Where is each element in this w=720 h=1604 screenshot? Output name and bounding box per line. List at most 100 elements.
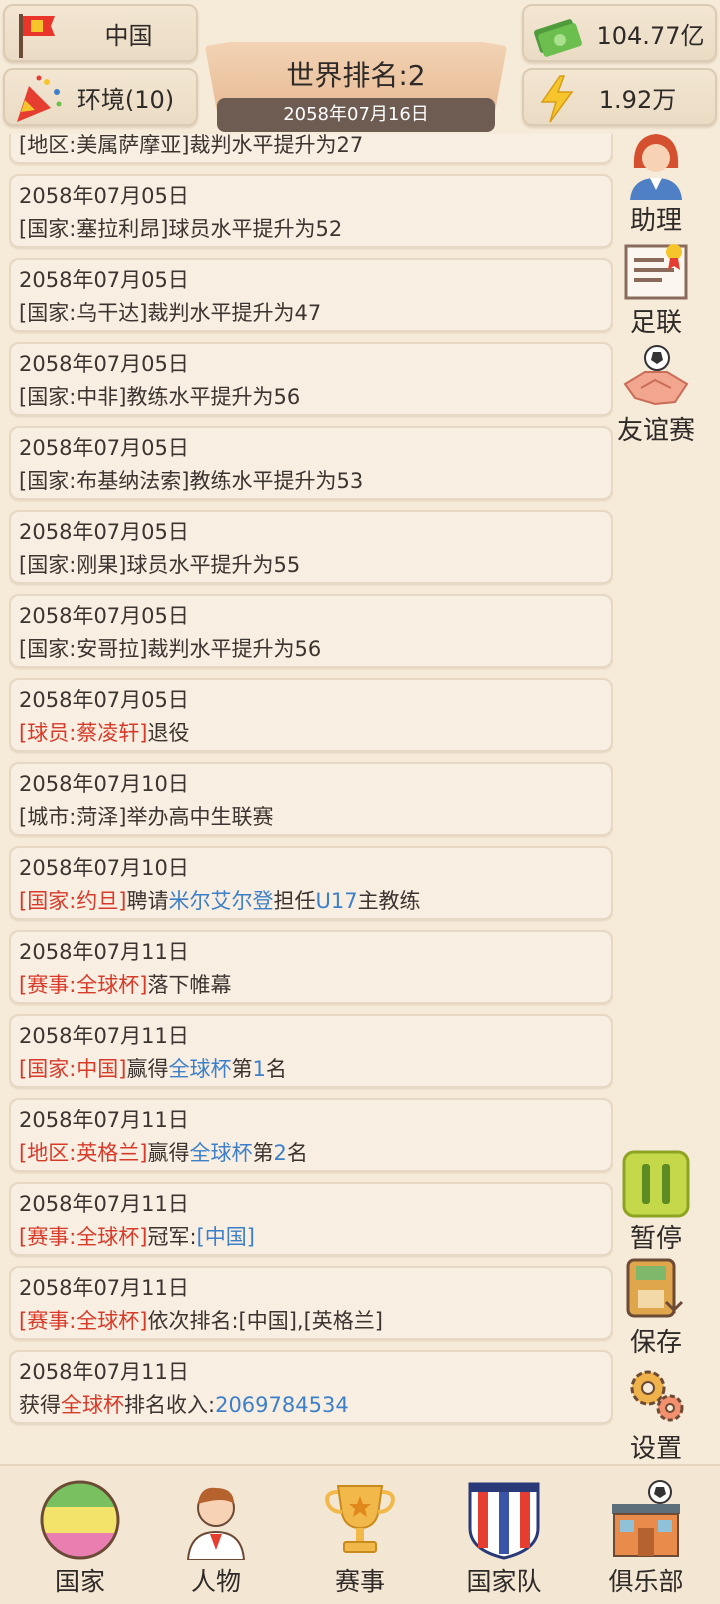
assistant-icon bbox=[630, 134, 682, 200]
news-text: [国家:约旦]聘请米尔艾尔登担任U17主教练 bbox=[19, 885, 603, 918]
settings-label: 设置 bbox=[629, 1434, 682, 1464]
news-text: [赛事:全球杯]依次排名:[中国],[英格兰] bbox=[19, 1305, 603, 1338]
news-item: 2058年07月10日 [国家:约旦]聘请米尔艾尔登担任U17主教练 bbox=[9, 846, 613, 920]
news-highlight[interactable]: 2 bbox=[273, 1141, 286, 1165]
save-icon bbox=[626, 1258, 684, 1318]
news-highlight[interactable]: 全球杯 bbox=[189, 1141, 252, 1165]
news-date: 2058年07月05日 bbox=[19, 184, 189, 208]
news-date: 2058年07月10日 bbox=[19, 772, 189, 796]
nav-events-label: 赛事 bbox=[334, 1567, 385, 1596]
news-segment: 退役 bbox=[147, 721, 190, 745]
certificate-icon bbox=[624, 244, 688, 300]
news-item: 2058年07月11日 [赛事:全球杯]落下帷幕 bbox=[9, 930, 613, 1004]
news-text: [国家:塞拉利昂]球员水平提升为52 bbox=[19, 213, 603, 246]
person-icon bbox=[186, 1487, 246, 1560]
news-segment: [国家:安哥拉]裁判水平提升为56 bbox=[19, 637, 322, 661]
money-icon bbox=[534, 19, 582, 57]
lightning-icon bbox=[540, 75, 574, 123]
club-building-icon bbox=[612, 1480, 680, 1557]
league-button[interactable]: 足联 bbox=[610, 240, 702, 339]
news-item: 2058年07月10日 [城市:菏泽]举办高中生联赛 bbox=[9, 762, 613, 836]
news-segment: 第 bbox=[252, 1141, 274, 1165]
news-segment: 第 bbox=[231, 1057, 253, 1081]
news-tag[interactable]: [赛事:全球杯] bbox=[19, 973, 147, 997]
news-tag[interactable]: [球员:蔡凌轩] bbox=[19, 721, 147, 745]
world-rank-banner: 世界排名:2 2058年07月16日 bbox=[205, 42, 507, 134]
current-date: 2058年07月16日 bbox=[217, 98, 495, 132]
news-segment: 聘请 bbox=[126, 889, 169, 913]
news-highlight[interactable]: 1 bbox=[252, 1057, 265, 1081]
news-date: 2058年07月11日 bbox=[19, 1276, 189, 1300]
news-tag[interactable]: [地区:英格兰] bbox=[19, 1141, 147, 1165]
nav-country-label: 国家 bbox=[54, 1567, 105, 1596]
money-value: 104.77亿 bbox=[596, 21, 705, 50]
news-tag[interactable]: [国家:中国] bbox=[19, 1057, 126, 1081]
nav-people[interactable]: 人物 bbox=[144, 1466, 288, 1604]
news-highlight[interactable]: 米尔艾尔登 bbox=[168, 889, 273, 913]
energy-button[interactable]: 1.92万 bbox=[522, 68, 717, 126]
nav-events[interactable]: 赛事 bbox=[288, 1466, 432, 1604]
news-date: 2058年07月11日 bbox=[19, 1192, 189, 1216]
news-text: [国家:刚果]球员水平提升为55 bbox=[19, 549, 603, 582]
news-item: 2058年07月05日[地区:美属萨摩亚]裁判水平提升为27 bbox=[9, 134, 613, 164]
news-highlight[interactable]: 2069784534 bbox=[215, 1393, 349, 1417]
news-date: 2058年07月11日 bbox=[19, 1360, 189, 1384]
news-text: [地区:美属萨摩亚]裁判水平提升为27 bbox=[19, 134, 603, 162]
news-item: 2058年07月11日获得全球杯排名收入:2069784534 bbox=[9, 1350, 613, 1424]
news-segment: 赢得 bbox=[147, 1141, 190, 1165]
news-tag[interactable]: [赛事:全球杯] bbox=[19, 1225, 147, 1249]
news-date: 2058年07月10日 bbox=[19, 856, 189, 880]
news-highlight[interactable]: U17 bbox=[315, 889, 357, 913]
news-date: 2058年07月05日 bbox=[19, 604, 189, 628]
news-segment: 赢得 bbox=[126, 1057, 169, 1081]
news-segment: 名 bbox=[286, 1141, 308, 1165]
news-text: [国家:中国]赢得全球杯第1名 bbox=[19, 1053, 603, 1086]
news-segment: 名 bbox=[265, 1057, 287, 1081]
news-segment: 落下帷幕 bbox=[147, 973, 232, 997]
assistant-button[interactable]: 助理 bbox=[610, 128, 702, 237]
news-date: 2058年07月05日 bbox=[19, 688, 189, 712]
money-button[interactable]: 104.77亿 bbox=[522, 4, 717, 62]
environment-button[interactable]: 环境(10) bbox=[3, 68, 198, 126]
pause-icon bbox=[622, 1150, 690, 1218]
flag-icon bbox=[19, 14, 55, 58]
environment-label: 环境(10) bbox=[76, 85, 175, 114]
news-item: 2058年07月11日 [赛事:全球杯]冠军:[中国] bbox=[9, 1182, 613, 1256]
country-label: 中国 bbox=[104, 21, 153, 50]
news-item: 2058年07月05日 [国家:中非]教练水平提升为56 bbox=[9, 342, 613, 416]
news-text: [赛事:全球杯]落下帷幕 bbox=[19, 969, 603, 1002]
pause-button[interactable]: 暂停 bbox=[610, 1150, 702, 1255]
news-text: [国家:乌干达]裁判水平提升为47 bbox=[19, 297, 603, 330]
news-tag[interactable]: [国家:约旦] bbox=[19, 889, 126, 913]
trophy-icon bbox=[325, 1485, 395, 1553]
settings-button[interactable]: 设置 bbox=[610, 1362, 702, 1465]
news-segment: 排名收入: bbox=[124, 1393, 216, 1417]
handshake-ball-icon bbox=[623, 345, 689, 406]
news-segment: [国家:中非]教练水平提升为56 bbox=[19, 385, 301, 409]
pause-label: 暂停 bbox=[629, 1224, 682, 1254]
news-feed[interactable]: 2058年07月05日[地区:美属萨摩亚]裁判水平提升为272058年07月05… bbox=[9, 134, 613, 1464]
news-tag[interactable]: 全球杯 bbox=[61, 1393, 124, 1417]
news-text: 获得全球杯排名收入:2069784534 bbox=[19, 1389, 603, 1422]
news-item: 2058年07月11日 [赛事:全球杯]依次排名:[中国],[英格兰] bbox=[9, 1266, 613, 1340]
friendly-match-button[interactable]: 友谊赛 bbox=[610, 344, 702, 447]
save-button[interactable]: 保存 bbox=[610, 1256, 702, 1359]
news-tag[interactable]: [赛事:全球杯] bbox=[19, 1309, 147, 1333]
news-segment: [国家:布基纳法索]教练水平提升为53 bbox=[19, 469, 364, 493]
energy-value: 1.92万 bbox=[598, 85, 677, 114]
gear-icon bbox=[630, 1370, 684, 1422]
news-feed-list: 2058年07月05日[地区:美属萨摩亚]裁判水平提升为272058年07月05… bbox=[9, 134, 613, 1434]
news-item: 2058年07月05日 [球员:蔡凌轩]退役 bbox=[9, 678, 613, 752]
news-segment: [国家:刚果]球员水平提升为55 bbox=[19, 553, 301, 577]
country-flag-circle-icon bbox=[40, 1480, 120, 1560]
news-highlight[interactable]: [中国] bbox=[197, 1225, 255, 1249]
news-segment: [地区:美属萨摩亚]裁判水平提升为27 bbox=[19, 134, 364, 157]
nav-country[interactable]: 国家 bbox=[8, 1466, 152, 1604]
nav-national-team[interactable]: 国家队 bbox=[432, 1466, 576, 1604]
news-text: [地区:英格兰]赢得全球杯第2名 bbox=[19, 1137, 603, 1170]
news-highlight[interactable]: 全球杯 bbox=[168, 1057, 231, 1081]
news-item: 2058年07月05日 [国家:刚果]球员水平提升为55 bbox=[9, 510, 613, 584]
country-button[interactable]: 中国 bbox=[3, 4, 198, 62]
nav-club[interactable]: 俱乐部 bbox=[574, 1466, 718, 1604]
news-item: 2058年07月11日 [地区:英格兰]赢得全球杯第2名 bbox=[9, 1098, 613, 1172]
